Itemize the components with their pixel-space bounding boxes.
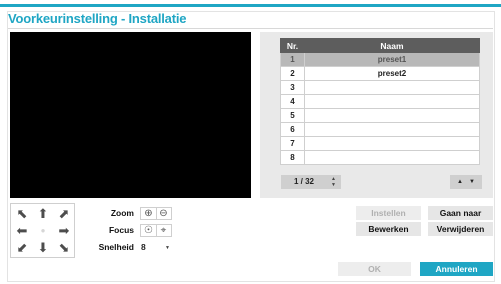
arrow-up-icon[interactable]: ⬆ <box>35 206 51 222</box>
preset-name <box>304 150 480 165</box>
table-row[interactable]: 1 preset1 <box>280 52 480 67</box>
move-buttons: ▲ ▼ <box>450 175 482 189</box>
page-indicator: 1 / 32 <box>293 177 314 186</box>
column-header-naam[interactable]: Naam <box>304 38 480 53</box>
preset-name: preset2 <box>304 66 480 81</box>
column-header-nr[interactable]: Nr. <box>280 38 305 53</box>
arrow-down-left-icon[interactable]: ⬋ <box>14 240 30 256</box>
annuleren-button[interactable]: Annuleren <box>420 262 493 276</box>
video-preview <box>10 32 251 198</box>
gaan-naar-button[interactable]: Gaan naar <box>428 206 493 220</box>
arrow-down-right-icon[interactable]: ⬊ <box>56 240 72 256</box>
table-row[interactable]: 6 <box>280 122 480 137</box>
arrow-down-icon[interactable]: ⬇ <box>35 240 51 256</box>
preset-name: preset1 <box>304 52 480 67</box>
preset-name <box>304 94 480 109</box>
table-row[interactable]: 5 <box>280 108 480 123</box>
preset-name <box>304 122 480 137</box>
preset-panel: Nr. Naam 1 preset1 2 preset2 3 4 5 6 7 8 1… <box>260 32 493 198</box>
preset-table-header: Nr. Naam <box>280 38 480 53</box>
bewerken-button[interactable]: Bewerken <box>356 222 421 236</box>
preset-name <box>304 80 480 95</box>
page-selector[interactable]: 1 / 32 ▲ ▼ <box>281 175 341 189</box>
focus-near-icon[interactable]: ☉ <box>141 225 157 236</box>
preset-nr: 7 <box>280 136 305 151</box>
page-spinner-icon[interactable]: ▲ ▼ <box>330 176 337 188</box>
arrow-up-left-icon[interactable]: ⬉ <box>14 206 30 222</box>
speed-select[interactable]: 8 ▼ <box>139 241 172 254</box>
preset-nr: 1 <box>280 52 305 67</box>
verwijderen-button[interactable]: Verwijderen <box>428 222 493 236</box>
table-row[interactable]: 7 <box>280 136 480 151</box>
table-row[interactable]: 2 preset2 <box>280 66 480 81</box>
zoom-out-icon[interactable]: ⊖ <box>156 208 171 219</box>
move-down-icon[interactable]: ▼ <box>466 175 478 189</box>
preset-table: Nr. Naam 1 preset1 2 preset2 3 4 5 6 7 8 <box>280 38 480 165</box>
focus-label: Focus <box>108 225 134 235</box>
table-row[interactable]: 3 <box>280 80 480 95</box>
speed-value: 8 <box>141 242 146 252</box>
table-row[interactable]: 4 <box>280 94 480 109</box>
preset-nr: 4 <box>280 94 305 109</box>
preset-nr: 5 <box>280 108 305 123</box>
move-up-icon[interactable]: ▲ <box>454 175 466 189</box>
table-row[interactable]: 8 <box>280 150 480 165</box>
instellen-button[interactable]: Instellen <box>356 206 421 220</box>
preset-name <box>304 108 480 123</box>
speed-label: Snelheid <box>98 242 134 252</box>
center-dot-icon[interactable]: ● <box>35 223 51 239</box>
arrow-left-icon[interactable]: ⬅ <box>14 223 30 239</box>
preset-name <box>304 136 480 151</box>
title-accent-bar <box>0 4 501 7</box>
ok-button[interactable]: OK <box>338 262 411 276</box>
dialog-title: Voorkeurinstelling - Installatie <box>8 10 493 29</box>
ptz-direction-pad: ⬉ ⬆ ⬈ ⬅ ● ➡ ⬋ ⬇ ⬊ <box>10 203 75 258</box>
arrow-up-right-icon[interactable]: ⬈ <box>56 206 72 222</box>
focus-control: ☉ ⌖ <box>140 224 172 237</box>
preset-nr: 8 <box>280 150 305 165</box>
focus-far-icon[interactable]: ⌖ <box>156 225 171 236</box>
zoom-in-icon[interactable]: ⊕ <box>141 208 157 219</box>
arrow-right-icon[interactable]: ➡ <box>56 223 72 239</box>
zoom-control: ⊕ ⊖ <box>140 207 172 220</box>
preset-nr: 6 <box>280 122 305 137</box>
chevron-down-icon: ▼ <box>165 245 170 251</box>
preset-nr: 3 <box>280 80 305 95</box>
zoom-label: Zoom <box>110 208 134 218</box>
preset-nr: 2 <box>280 66 305 81</box>
